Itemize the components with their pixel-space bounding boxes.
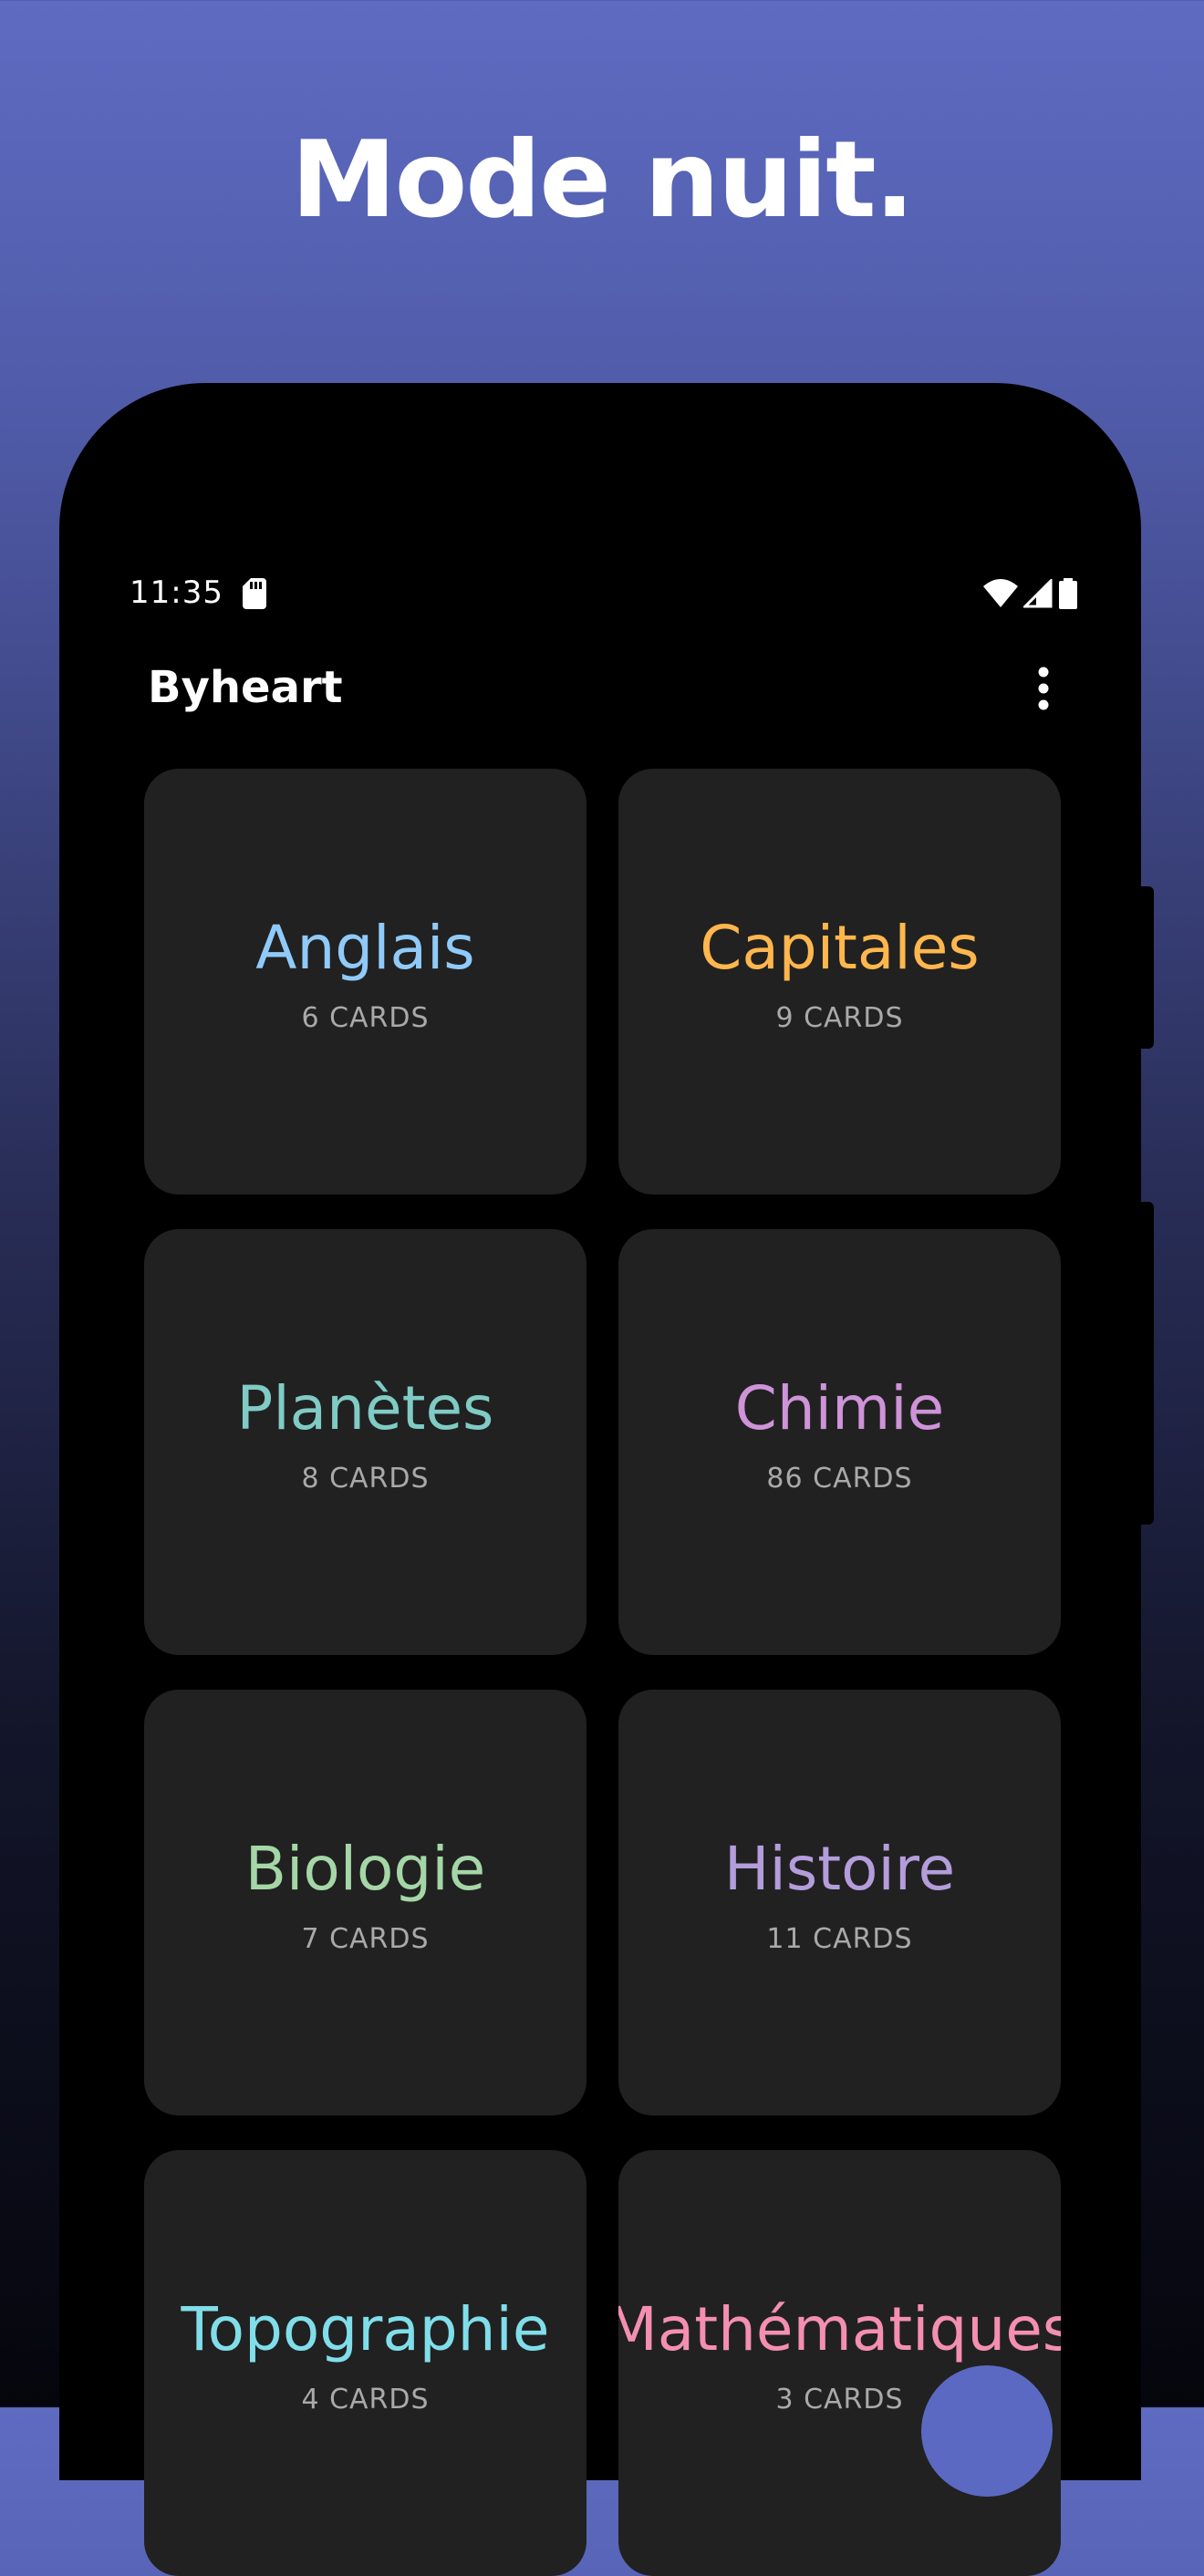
deck-card-count: 11 CARDS (766, 1923, 913, 1955)
deck-card-count: 4 CARDS (301, 2384, 430, 2416)
deck-name: Planètes (236, 1373, 494, 1443)
deck-card[interactable]: Mathématiques 3 CARDS (618, 2150, 1061, 2576)
promo-headline: Mode nuit. (291, 119, 915, 242)
deck-name: Histoire (723, 1834, 956, 1904)
deck-name: Capitales (700, 913, 980, 983)
wifi-icon (983, 579, 1018, 608)
deck-card-count: 7 CARDS (301, 1923, 430, 1955)
add-deck-fab[interactable] (921, 2365, 1053, 2497)
deck-name: Chimie (734, 1373, 945, 1443)
deck-name: Anglais (255, 913, 475, 983)
app-title: Byheart (148, 662, 343, 713)
deck-card-count: 3 CARDS (775, 2384, 904, 2416)
deck-card-count: 86 CARDS (766, 1463, 913, 1495)
deck-card[interactable]: Chimie 86 CARDS (618, 1229, 1061, 1655)
deck-card-count: 8 CARDS (301, 1463, 430, 1495)
deck-grid: Anglais 6 CARDS Capitales 9 CARDS Planètes 8 … (144, 769, 1061, 2576)
status-bar: 11:35 (130, 574, 1078, 615)
deck-card[interactable]: Topographie 4 CARDS (144, 2150, 586, 2576)
more-vert-icon[interactable] (1027, 662, 1060, 715)
deck-name: Mathématiques (618, 2294, 1061, 2364)
deck-card-count: 6 CARDS (301, 1002, 430, 1034)
battery-icon (1058, 578, 1078, 609)
phone-power-button (1141, 886, 1154, 1049)
deck-card[interactable]: Biologie 7 CARDS (144, 1690, 586, 2116)
deck-card[interactable]: Histoire 11 CARDS (618, 1690, 1061, 2116)
cellular-signal-icon (1023, 579, 1053, 608)
app-bar: Byheart (148, 657, 1060, 720)
deck-name: Topographie (181, 2294, 550, 2364)
status-icons (983, 578, 1078, 609)
deck-card[interactable]: Anglais 6 CARDS (144, 769, 586, 1195)
deck-card[interactable]: Capitales 9 CARDS (618, 769, 1061, 1195)
sd-card-icon (243, 578, 266, 609)
phone-volume-button (1141, 1202, 1154, 1525)
deck-name: Biologie (244, 1834, 486, 1904)
deck-card[interactable]: Planètes 8 CARDS (144, 1229, 586, 1655)
status-time: 11:35 (130, 574, 223, 611)
deck-card-count: 9 CARDS (775, 1002, 904, 1034)
